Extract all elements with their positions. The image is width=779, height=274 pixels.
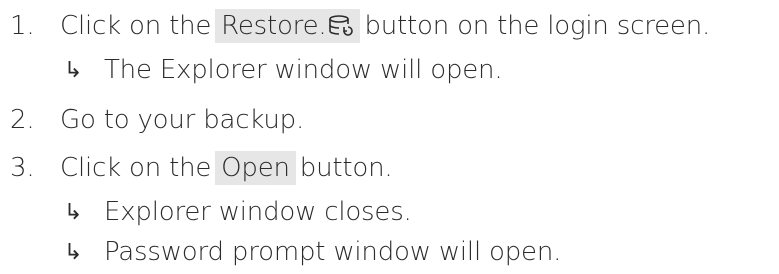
result-text: The Explorer window will open. [104,55,503,85]
restore-button-label: Restore. [221,11,327,41]
step-text: Go to your backup. [60,105,305,135]
result-line: ↳ Password prompt window will open. [64,237,561,267]
database-restore-icon [329,15,354,36]
result-text: Password prompt window will open. [104,237,562,267]
step-text-after: button on the login screen. [364,11,711,41]
step-number: 1. [10,11,35,41]
step-text: Click on the Open button. [60,151,393,185]
open-button[interactable]: Open [215,151,296,185]
step-text-after: button. [299,153,393,183]
step-number: 2. [10,105,35,135]
result-line: ↳ The Explorer window will open. [64,55,503,85]
result-arrow-icon: ↳ [64,199,83,225]
step-number: 3. [10,153,35,183]
step-text-before: Click on the [60,153,212,183]
result-text: Explorer window closes. [104,197,412,227]
open-button-label: Open [221,153,290,183]
step-text-before: Click on the [60,11,212,41]
result-arrow-icon: ↳ [64,239,83,265]
restore-button[interactable]: Restore. [215,9,361,43]
step-text: Click on the Restore. button on the logi… [60,9,710,43]
result-arrow-icon: ↳ [64,57,83,83]
result-line: ↳ Explorer window closes. [64,197,412,227]
